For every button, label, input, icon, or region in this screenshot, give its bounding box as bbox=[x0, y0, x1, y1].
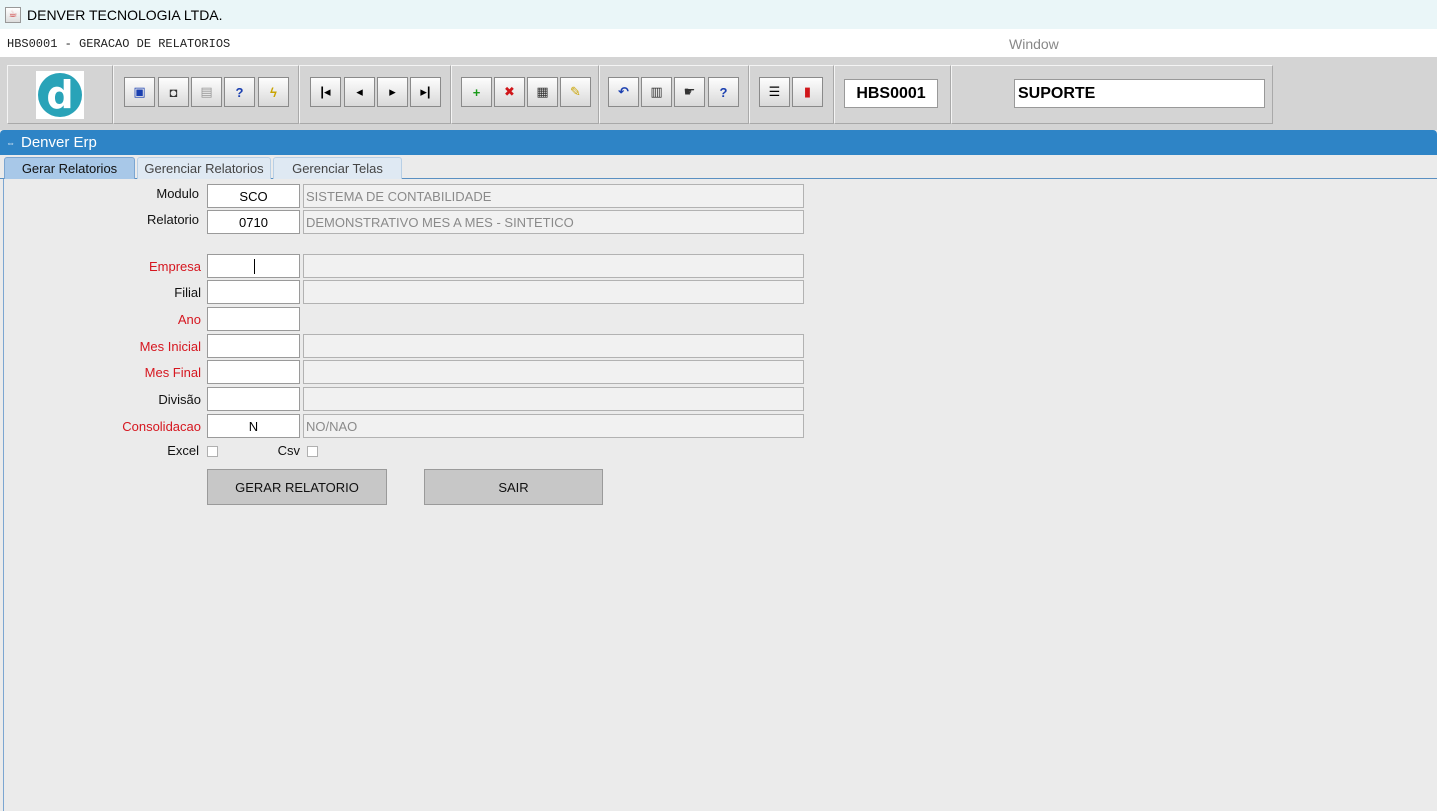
delete-record-button[interactable]: ✖ bbox=[494, 77, 525, 107]
denver-logo-icon: d bbox=[38, 73, 82, 117]
hand-icon: ☛ bbox=[683, 84, 696, 99]
window-restore-icon[interactable]: ⇔ bbox=[6, 138, 16, 148]
first-record-button[interactable]: |◂ bbox=[310, 77, 341, 107]
tab-gerar-relatorios[interactable]: Gerar Relatorios bbox=[4, 157, 135, 179]
menu-bar: HBS0001 - GERACAO DE RELATORIOS Window bbox=[0, 29, 1437, 57]
divisao-label: Divisão bbox=[158, 392, 201, 407]
tab-gerenciar-telas[interactable]: Gerenciar Telas bbox=[273, 157, 402, 179]
tabs-bar: Gerar Relatorios Gerenciar Relatorios Ge… bbox=[0, 155, 1437, 179]
exit-button[interactable]: ▮ bbox=[792, 77, 823, 107]
mes-inicial-code-field[interactable] bbox=[207, 334, 300, 358]
help-button[interactable]: ? bbox=[708, 77, 739, 107]
mes-final-desc-field bbox=[303, 360, 804, 384]
user-display: SUPORTE bbox=[1014, 79, 1265, 108]
clipboard-icon: ▥ bbox=[650, 84, 663, 99]
gerar-relatorio-button[interactable]: GERAR RELATORIO bbox=[207, 469, 387, 505]
menu-button[interactable]: ☰ bbox=[759, 77, 790, 107]
execute-query-button[interactable]: ϟ bbox=[258, 77, 289, 107]
java-app-icon: ☕ bbox=[5, 6, 21, 23]
printer-icon: ▤ bbox=[200, 84, 213, 99]
list-icon: ▦ bbox=[536, 84, 549, 99]
relatorio-desc-field: DEMONSTRATIVO MES A MES - SINTETICO bbox=[303, 210, 804, 234]
mes-inicial-desc-field bbox=[303, 334, 804, 358]
next-icon: ▸ bbox=[389, 84, 396, 99]
empresa-desc-field bbox=[303, 254, 804, 278]
help-hand-button[interactable]: ☛ bbox=[674, 77, 705, 107]
enter-query-button[interactable]: ◘ bbox=[158, 77, 189, 107]
csv-label: Csv bbox=[277, 443, 300, 458]
modulo-label: Modulo bbox=[156, 186, 199, 201]
last-icon: ▸| bbox=[420, 84, 431, 99]
title-bar: ☕ DENVER TECNOLOGIA LTDA. bbox=[0, 0, 1437, 29]
divisao-code-field[interactable] bbox=[207, 387, 300, 411]
form-code-display: HBS0001 bbox=[844, 79, 938, 108]
text-cursor bbox=[254, 258, 255, 274]
plus-icon: + bbox=[472, 84, 481, 100]
edit-button[interactable]: ✎ bbox=[560, 77, 591, 107]
door-exit-icon: ▮ bbox=[803, 84, 812, 99]
pencil-icon: ✎ bbox=[570, 84, 581, 99]
relatorio-label: Relatorio bbox=[146, 212, 199, 227]
ano-field[interactable] bbox=[207, 307, 300, 331]
floppy-icon: ▣ bbox=[133, 84, 146, 99]
toolbar: d ▣ ◘ ▤? ϟ |◂ ◂ ▸ ▸| + ✖ ▦ ✎ ↶ ▥ ☛? ☰ ▮ HBS0001 SUPORTE bbox=[0, 57, 1437, 130]
list-values-button[interactable]: ▦ bbox=[527, 77, 558, 107]
next-record-button[interactable]: ▸ bbox=[377, 77, 408, 107]
empresa-label: Empresa bbox=[148, 259, 201, 274]
csv-checkbox[interactable] bbox=[307, 446, 318, 457]
x-icon: ✖ bbox=[504, 84, 515, 99]
tab-gerenciar-relatorios[interactable]: Gerenciar Relatorios bbox=[137, 157, 271, 179]
insert-record-button[interactable]: + bbox=[461, 77, 492, 107]
filial-desc-field bbox=[303, 280, 804, 304]
modulo-code-field[interactable]: SCO bbox=[207, 184, 300, 208]
window-title: DENVER TECNOLOGIA LTDA. bbox=[27, 6, 223, 23]
question-icon: ? bbox=[719, 84, 728, 100]
window-menu[interactable]: Window bbox=[1009, 36, 1059, 52]
lightning-icon: ϟ bbox=[270, 84, 277, 100]
previous-record-button[interactable]: ◂ bbox=[344, 77, 375, 107]
mes-final-code-field[interactable] bbox=[207, 360, 300, 384]
window-icon: ◘ bbox=[169, 84, 178, 100]
form-name-menu[interactable]: HBS0001 - GERACAO DE RELATORIOS bbox=[7, 37, 230, 51]
denver-logo: d bbox=[36, 71, 84, 119]
save-button[interactable]: ▣ bbox=[124, 77, 155, 107]
relatorio-code-field[interactable]: 0710 bbox=[207, 210, 300, 234]
filial-code-field[interactable] bbox=[207, 280, 300, 304]
sair-button[interactable]: SAIR bbox=[424, 469, 603, 505]
empresa-code-field[interactable] bbox=[207, 254, 300, 278]
print-button[interactable]: ▤ bbox=[191, 77, 222, 107]
clipboard-button[interactable]: ▥ bbox=[641, 77, 672, 107]
consolidacao-code-field[interactable]: N bbox=[207, 414, 300, 438]
undo-icon: ↶ bbox=[618, 84, 629, 99]
query-question-icon: ? bbox=[235, 84, 244, 100]
mes-final-label: Mes Final bbox=[144, 365, 201, 380]
ano-label: Ano bbox=[177, 312, 201, 327]
undo-button[interactable]: ↶ bbox=[608, 77, 639, 107]
last-record-button[interactable]: ▸| bbox=[410, 77, 441, 107]
divisao-desc-field bbox=[303, 387, 804, 411]
window-header: ⇔ Denver Erp bbox=[0, 130, 1437, 155]
mes-inicial-label: Mes Inicial bbox=[139, 339, 201, 354]
previous-icon: ◂ bbox=[356, 84, 363, 99]
menu-icon: ☰ bbox=[768, 84, 781, 99]
first-icon: |◂ bbox=[320, 84, 331, 99]
window-header-label: Denver Erp bbox=[21, 134, 97, 151]
modulo-desc-field: SISTEMA DE CONTABILIDADE bbox=[303, 184, 804, 208]
query-help-button[interactable]: ? bbox=[224, 77, 255, 107]
filial-label: Filial bbox=[174, 285, 201, 300]
consolidacao-desc-field: NO/NAO bbox=[303, 414, 804, 438]
consolidacao-label: Consolidacao bbox=[122, 419, 201, 434]
